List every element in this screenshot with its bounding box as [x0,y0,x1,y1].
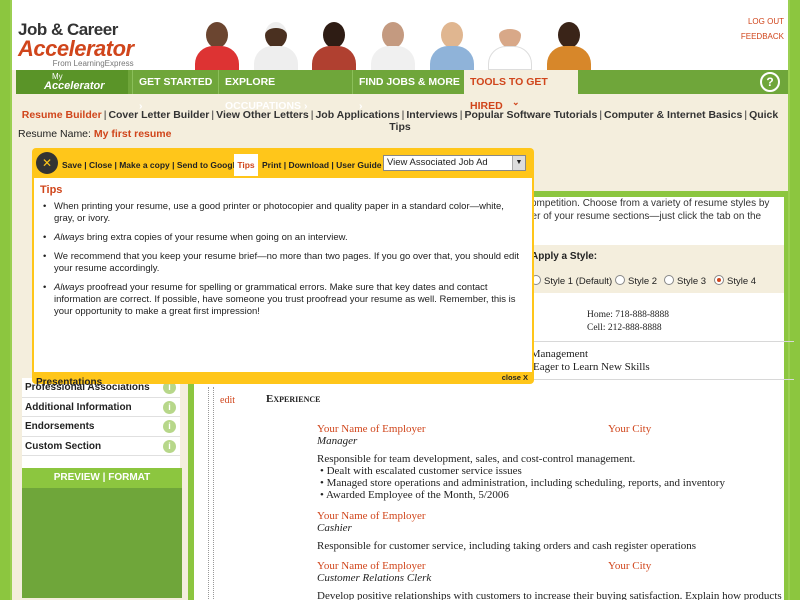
subnav-computer-basics[interactable]: Computer & Internet Basics [604,109,742,121]
nav-get-started[interactable]: GET STARTED › [132,70,218,112]
tip-item: Always bring extra copies of your resume… [40,232,526,244]
nav-my-accelerator[interactable]: My Accelerator [16,70,128,94]
job-title: Manager [317,435,358,447]
log-out-link[interactable]: LOG OUT [741,14,784,29]
dropdown-arrow-icon: ▼ [512,156,525,170]
section-custom-section[interactable]: Custom Section i [22,437,180,456]
job-ad-select[interactable]: View Associated Job Ad ▼ [383,155,526,171]
resume-toolbar: ✕ Save | Close | Make a copy | Send to G… [34,150,532,176]
employer-city: Your City [608,560,652,572]
skills-line-2: r • Eager to Learn New Skills [520,361,650,373]
info-icon[interactable]: i [163,420,176,433]
subnav-resume-builder[interactable]: Resume Builder [22,109,102,121]
intro-text: competition. Choose from a variety of re… [526,198,770,222]
subnav-job-applications[interactable]: Job Applications [315,109,399,121]
info-icon[interactable]: i [163,400,176,414]
subnav-software-tutorials[interactable]: Popular Software Tutorials [464,109,597,121]
edit-link[interactable]: edit [220,395,235,406]
left-panel-footer [22,488,182,598]
tab-tips[interactable]: Tips [234,154,258,176]
apply-style-label: Apply a Style: [531,251,598,262]
job-title: Cashier [317,522,352,534]
section-additional-information[interactable]: Additional Information i [22,398,180,417]
job-bullet: • Awarded Employee of the Month, 5/2006 [320,489,509,501]
header-people-photo [190,18,596,70]
section-heading: Experience [266,393,321,405]
tip-item: When printing your resume, use a good pr… [40,201,526,225]
resume-name-label: Resume Name: [18,128,91,140]
tips-list: When printing your resume, use a good pr… [40,201,526,318]
tools-icon: ✕ [36,152,58,174]
job-description: Responsible for team development, sales,… [317,453,636,465]
tips-popup: ✕ Save | Close | Make a copy | Send to G… [32,148,534,384]
subnav-cover-letter-builder[interactable]: Cover Letter Builder [108,109,209,121]
job-ad-select-value: View Associated Job Ad [387,157,488,168]
tip-item: Always proofread your resume for spellin… [40,282,526,318]
employer-name: Your Name of Employer [317,423,426,435]
job-title: Customer Relations Clerk [317,572,432,584]
toolbar-actions-right[interactable]: Print | Download | User Guide [262,160,382,170]
close-button[interactable]: close X [502,373,528,382]
cell-phone: Cell: 212-888-8888 [587,323,662,333]
page-content: Job & Career Accelerator From LearningEx… [10,0,794,600]
preview-format-button[interactable]: PREVIEW | FORMAT [22,468,182,488]
help-icon[interactable]: ? [760,72,780,92]
nav-my-big: Accelerator [44,80,105,92]
style-4-radio[interactable]: Style 4 [714,275,756,287]
employer-name: Your Name of Employer [317,560,426,572]
style-3-radio[interactable]: Style 3 [664,275,706,287]
apply-style: Apply a Style: Style 1 (Default) Style 2… [531,245,784,293]
resume-name: Resume Name: My first resume [18,128,172,140]
employer-city: Your City [608,423,652,435]
info-icon[interactable]: i [163,439,176,453]
tip-item: We recommend that you keep your resume b… [40,251,526,275]
nav-explore-occupations[interactable]: EXPLORE OCCUPATIONS › [218,70,352,112]
resume-name-value: My first resume [93,128,172,140]
section-presentations[interactable]: Presentations [36,377,102,385]
feedback-link[interactable]: FEEDBACK [741,29,784,44]
employer-name: Your Name of Employer [317,510,426,522]
toolbar-actions-left[interactable]: Save | Close | Make a copy | Send to Goo… [62,160,240,170]
nav-tools-to-get-hired[interactable]: TOOLS TO GET HIRED ⌄ [464,70,578,112]
header-links: LOG OUT FEEDBACK [741,14,784,44]
drag-handle[interactable] [208,387,214,600]
tips-title: Tips [40,184,63,196]
style-2-radio[interactable]: Style 2 [615,275,657,287]
nav-find-jobs[interactable]: FIND JOBS & MORE › [352,70,464,112]
job-bullet: • Managed store operations and administr… [320,477,725,489]
home-phone: Home: 718-888-8888 [587,310,670,320]
section-endorsements[interactable]: Endorsements i [22,417,180,437]
style-1-radio[interactable]: Style 1 (Default) [531,275,612,287]
main-nav: My Accelerator GET STARTED › EXPLORE OCC… [16,70,788,112]
subnav-view-other-letters[interactable]: View Other Letters [216,109,309,121]
site-logo[interactable]: Job & Career Accelerator From LearningEx… [18,20,134,68]
tips-content: Tips When printing your resume, use a go… [34,178,532,372]
job-description: Develop positive relationships with cust… [317,590,782,600]
subnav-interviews[interactable]: Interviews [406,109,457,121]
header: Job & Career Accelerator From LearningEx… [12,0,788,70]
job-description: Responsible for customer service, includ… [317,540,697,552]
job-bullet: • Dealt with escalated customer service … [320,465,522,477]
